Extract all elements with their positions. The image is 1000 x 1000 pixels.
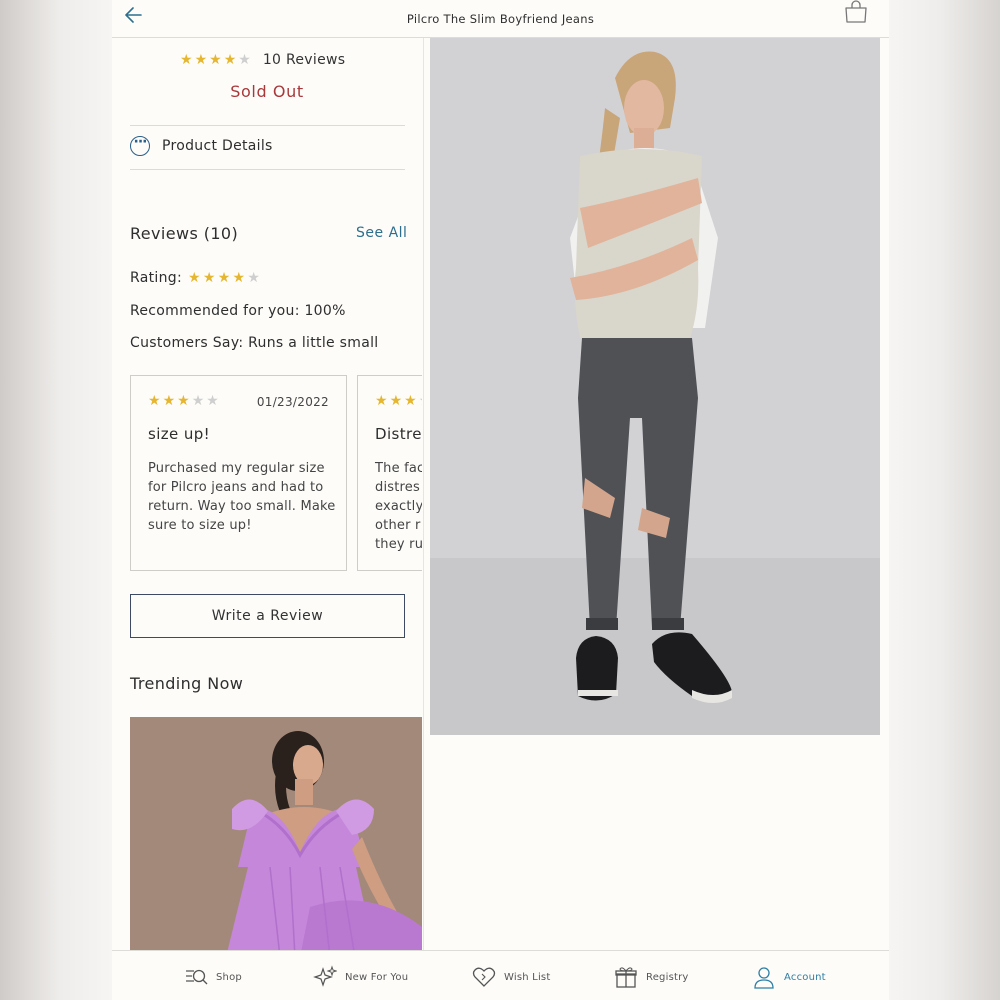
star-icon: ★ <box>404 393 417 409</box>
trending-dress-photo <box>130 717 422 950</box>
star-icon: ★ <box>238 52 251 68</box>
review-card[interactable]: ★ ★ ★ ★ ★ Distre The fac distres exactly… <box>357 375 422 571</box>
nav-shop[interactable]: Shop <box>184 965 242 989</box>
nav-label: Wish List <box>504 971 551 983</box>
star-icon: ★ <box>194 52 208 68</box>
star-icon: ★ <box>217 270 231 286</box>
product-model-photo <box>430 38 880 735</box>
star-icon: ★ <box>202 270 216 286</box>
page-title: Pilcro The Slim Boyfriend Jeans <box>406 12 595 26</box>
star-icon: ★ <box>206 393 219 409</box>
heart-icon <box>472 967 496 987</box>
star-icon: ★ <box>209 52 222 68</box>
column-divider <box>423 38 424 950</box>
rating-line: Rating: ★ ★ ★ ★ ★ <box>130 270 260 286</box>
nav-registry[interactable]: Registry <box>614 965 689 989</box>
nav-label: Registry <box>646 971 689 983</box>
gift-icon <box>615 967 637 988</box>
top-bar: Pilcro The Slim Boyfriend Jeans <box>112 0 889 38</box>
reviews-count: 10 Reviews <box>262 52 346 68</box>
trending-product-image[interactable] <box>130 717 422 950</box>
review-stars: ★ ★ ★ ★ ★ <box>375 394 422 408</box>
star-icon: ★ <box>232 270 246 286</box>
rating-stars: ★ ★ ★ ★ ★ <box>188 271 260 285</box>
review-title: size up! <box>148 425 211 443</box>
star-icon: ★ <box>419 394 422 408</box>
nav-label: New For You <box>345 971 409 983</box>
nav-label: Account <box>784 971 826 983</box>
person-icon <box>754 967 774 989</box>
rating-label: Rating: <box>130 270 182 286</box>
see-all-link[interactable]: See All <box>356 225 407 241</box>
shop-icon <box>186 969 208 985</box>
shopping-bag-icon <box>845 0 867 23</box>
review-stars: ★ ★ ★ ★ ★ <box>148 394 219 408</box>
rating-summary[interactable]: ★ ★ ★ ★ ★ 10 Reviews <box>180 50 345 70</box>
review-title: Distre <box>375 425 422 443</box>
star-icon: ★ <box>375 393 388 409</box>
sold-out-status: Sold Out <box>230 82 304 101</box>
customers-say-text: Customers Say: Runs a little small <box>130 335 379 351</box>
divider <box>130 125 405 126</box>
review-body: Purchased my regular size for Pilcro jea… <box>148 461 336 533</box>
star-icon: ★ <box>389 393 403 409</box>
recommended-text: Recommended for you: 100% <box>130 303 346 319</box>
review-date: 01/23/2022 <box>256 395 329 409</box>
review-body: The fac distres exactly other r they ru <box>375 461 422 552</box>
product-hero-image[interactable] <box>430 38 880 735</box>
star-icon: ★ <box>162 393 176 409</box>
review-card[interactable]: ★ ★ ★ ★ ★ 01/23/2022 size up! Purchased … <box>130 375 347 571</box>
star-icon: ★ <box>247 270 261 286</box>
bottom-navigation: Shop New For You Wish List Registry Acco… <box>112 950 889 1000</box>
app-screen: Pilcro The Slim Boyfriend Jeans ★ ★ ★ ★ … <box>112 0 889 1000</box>
nav-account[interactable]: Account <box>752 965 826 989</box>
nav-label: Shop <box>216 971 242 983</box>
star-icon: ★ <box>191 393 205 409</box>
more-icon <box>130 134 150 156</box>
product-info-column: ★ ★ ★ ★ ★ 10 Reviews Sold Out Product De… <box>112 38 422 950</box>
product-details-button[interactable]: Product Details <box>130 134 405 158</box>
nav-new-for-you[interactable]: New For You <box>313 965 408 989</box>
shopping-bag-button[interactable] <box>843 0 869 24</box>
divider <box>130 169 405 170</box>
star-icon: ★ <box>223 52 237 68</box>
sparkle-icon <box>313 965 337 987</box>
rating-stars: ★ ★ ★ ★ ★ <box>180 53 251 67</box>
nav-wish-list[interactable]: Wish List <box>472 965 550 989</box>
trending-heading: Trending Now <box>130 674 244 693</box>
star-icon: ★ <box>177 393 190 409</box>
star-icon: ★ <box>187 270 201 286</box>
product-details-label: Product Details <box>162 138 273 154</box>
write-review-button[interactable]: Write a Review <box>130 594 405 638</box>
star-icon: ★ <box>180 52 193 68</box>
star-icon: ★ <box>148 393 161 409</box>
reviews-heading: Reviews (10) <box>130 224 239 243</box>
